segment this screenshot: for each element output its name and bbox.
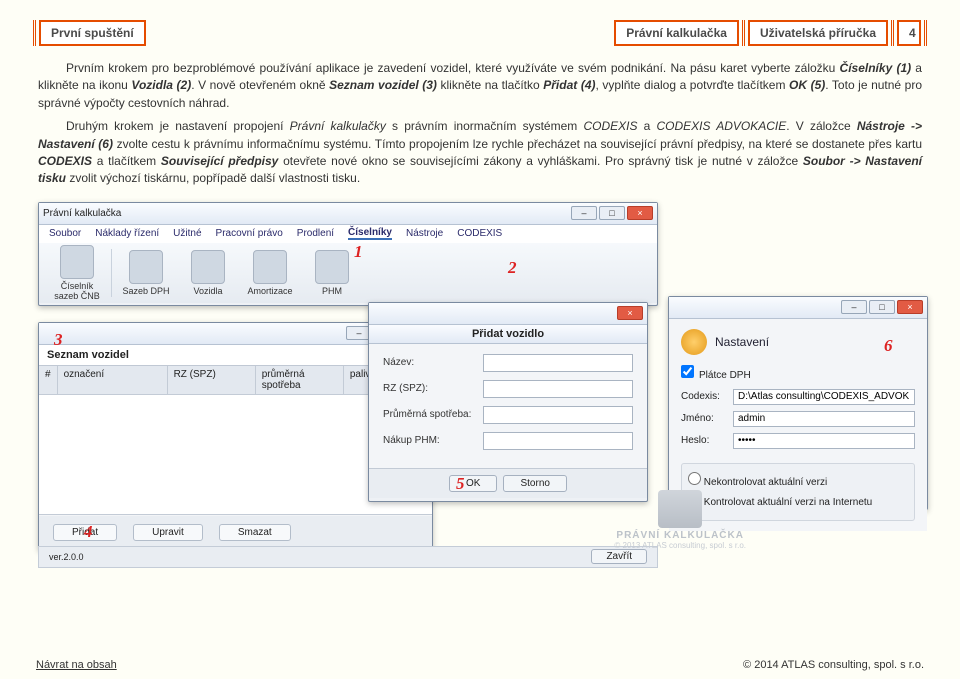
screenshots-region: Právní kalkulačka – □ × Soubor Náklady ř…: [38, 202, 922, 554]
max-button[interactable]: □: [599, 206, 625, 220]
app-main-window: Právní kalkulačka – □ × Soubor Náklady ř…: [38, 202, 658, 306]
amort-icon: [253, 250, 287, 284]
menu-item[interactable]: Náklady řízení: [95, 228, 159, 239]
app-title: Právní kalkulačka: [614, 20, 739, 46]
ribbon-item[interactable]: PHM: [304, 250, 360, 296]
settings-title: Nastavení: [715, 335, 769, 349]
max-button[interactable]: □: [869, 300, 895, 314]
dph-label: Plátce DPH: [699, 370, 751, 381]
delete-button[interactable]: Smazat: [219, 524, 291, 541]
close-button[interactable]: ×: [617, 306, 643, 320]
section-title: První spuštění: [39, 20, 146, 46]
menubar: Soubor Náklady řízení Užitné Pracovní pr…: [39, 225, 657, 243]
annotation-3: 3: [54, 330, 63, 350]
percent-icon: [129, 250, 163, 284]
field-label: Nákup PHM:: [383, 435, 483, 446]
dph-checkbox[interactable]: [681, 365, 694, 378]
field-label: Průměrná spotřeba:: [383, 409, 483, 420]
codexis-path-input[interactable]: [733, 389, 915, 405]
copyright: © 2014 ATLAS consulting, spol. s r.o.: [743, 659, 924, 671]
ribbon-item[interactable]: Amortizace: [242, 250, 298, 296]
edit-button[interactable]: Upravit: [133, 524, 203, 541]
menu-item[interactable]: Číselníky: [348, 227, 392, 240]
password-input[interactable]: [733, 433, 915, 449]
menu-item[interactable]: Užitné: [173, 228, 201, 239]
ribbon-item[interactable]: Sazeb DPH: [118, 250, 174, 296]
page-footer: Návrat na obsah © 2014 ATLAS consulting,…: [36, 659, 924, 671]
username-input[interactable]: [733, 411, 915, 427]
menu-item[interactable]: Pracovní právo: [216, 228, 283, 239]
annotation-4: 4: [84, 522, 93, 542]
app-window-title: Právní kalkulačka: [43, 208, 121, 219]
annotation-1: 1: [354, 242, 363, 262]
consumption-input[interactable]: [483, 406, 633, 424]
annotation-2: 2: [508, 258, 517, 278]
settings-icon: [681, 329, 707, 355]
dialog-title: Přidat vozidlo: [369, 325, 647, 344]
close-button[interactable]: ×: [897, 300, 923, 314]
menu-item[interactable]: Nástroje: [406, 228, 443, 239]
field-label: Název:: [383, 357, 483, 368]
car-icon: [191, 250, 225, 284]
rz-input[interactable]: [483, 380, 633, 398]
app-watermark: PRÁVNÍ KALKULAČKA © 2013 ATLAS consultin…: [614, 490, 746, 550]
field-label: RZ (SPZ):: [383, 383, 483, 394]
body-text: Prvním krokem pro bezproblémové používán…: [38, 60, 922, 188]
version-check-radio[interactable]: [688, 472, 701, 485]
back-to-contents-link[interactable]: Návrat na obsah: [36, 659, 117, 671]
name-input[interactable]: [483, 354, 633, 372]
close-button[interactable]: ×: [627, 206, 653, 220]
password-label: Heslo:: [681, 435, 733, 446]
menu-item[interactable]: Prodlení: [297, 228, 334, 239]
fuel-input[interactable]: [483, 432, 633, 450]
doc-type: Uživatelská příručka: [748, 20, 888, 46]
menu-item[interactable]: Soubor: [49, 228, 81, 239]
ribbon-item[interactable]: Vozidla: [180, 250, 236, 296]
annotation-5: 5: [456, 474, 465, 494]
page-header: První spuštění Právní kalkulačka Uživate…: [30, 20, 930, 46]
add-vehicle-dialog: × Přidat vozidlo Název: RZ (SPZ): Průměr…: [368, 302, 648, 502]
codexis-label: Codexis:: [681, 391, 733, 402]
page-number: 4: [897, 20, 921, 46]
min-button[interactable]: –: [571, 206, 597, 220]
app-status-bar: ver.2.0.0 Zavřít: [38, 546, 658, 568]
annotation-6: 6: [884, 336, 893, 356]
username-label: Jméno:: [681, 413, 733, 424]
app-version: ver.2.0.0: [49, 552, 84, 562]
settings-window: – □ × Nastavení Plátce DPH Codexis: Jmén…: [668, 296, 928, 510]
ribbon-item[interactable]: Číselník sazeb ČNB: [49, 245, 105, 301]
cancel-button[interactable]: Storno: [503, 475, 566, 492]
table-icon: [60, 245, 94, 279]
fuel-icon: [315, 250, 349, 284]
app-close-button[interactable]: Zavřít: [591, 549, 647, 564]
menu-item[interactable]: CODEXIS: [457, 228, 502, 239]
min-button[interactable]: –: [841, 300, 867, 314]
calculator-icon: [658, 490, 702, 528]
